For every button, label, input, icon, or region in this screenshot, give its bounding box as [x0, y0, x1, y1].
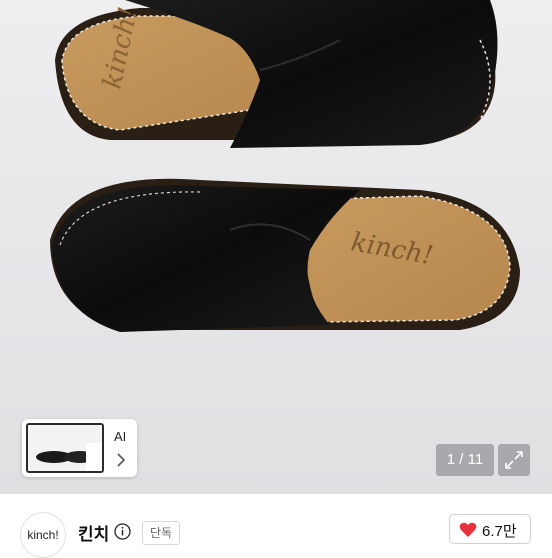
like-count: 6.7만 [482, 523, 517, 540]
ai-thumbnail-card[interactable]: AI [22, 419, 137, 477]
seller-bar: kinch! 킨치 단독 6.7만 [0, 494, 552, 558]
product-image-gallery[interactable]: kinch! kinch! AI 1 / 11 [0, 0, 552, 494]
ai-label: AI [114, 429, 127, 444]
chevron-right-icon [117, 453, 126, 467]
info-icon[interactable] [114, 523, 131, 540]
image-counter: 1 / 11 [436, 444, 494, 476]
heart-icon [459, 522, 477, 537]
seller-avatar[interactable]: kinch! [20, 512, 66, 558]
upper-mule: kinch! [55, 0, 498, 148]
lower-mule: kinch! [50, 178, 520, 332]
thumbnail-image [26, 423, 104, 473]
expand-button[interactable] [498, 444, 530, 476]
seller-name[interactable]: 킨치 [78, 520, 109, 545]
like-button[interactable]: 6.7만 [449, 514, 531, 544]
expand-icon [505, 451, 523, 469]
exclusive-badge: 단독 [142, 521, 181, 545]
